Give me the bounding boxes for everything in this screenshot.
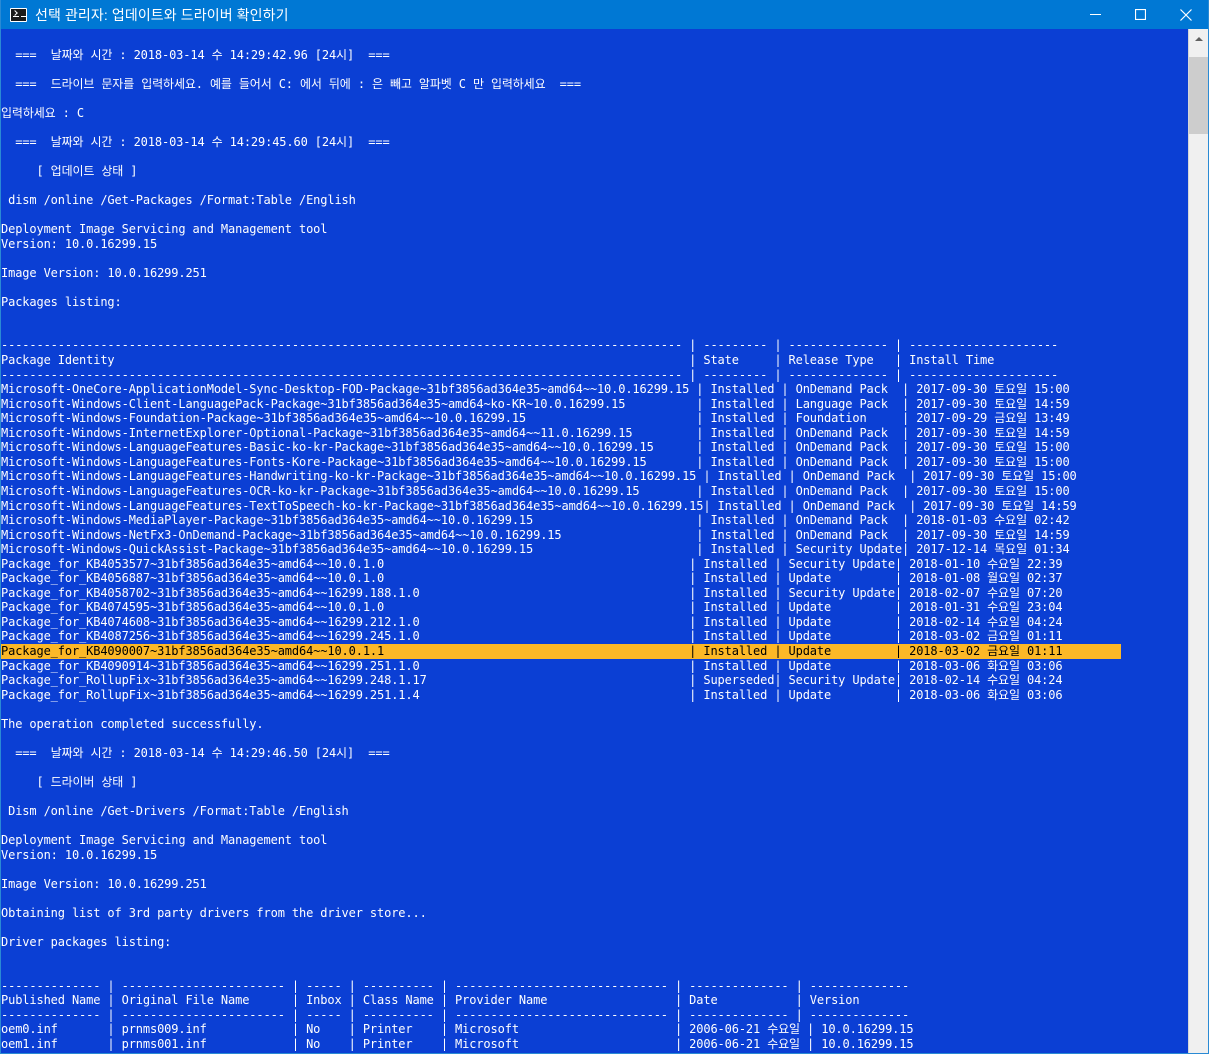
console-line: Microsoft-Windows-LanguageFeatures-Handw… (1, 469, 1077, 484)
console-line: oem1.inf | prnms001.inf | No | Printer |… (1, 1036, 914, 1051)
console-line: Package_for_KB4058702~31bf3856ad364e35~a… (1, 585, 1063, 600)
console-line: Microsoft-Windows-LanguageFeatures-Fonts… (1, 454, 1070, 469)
console-line: === 날짜와 시간 : 2018-03-14 수 14:29:46.50 [2… (1, 745, 390, 760)
console-line: Package_for_KB4074595~31bf3856ad364e35~a… (1, 600, 1063, 615)
window-title: 선택 관리자: 업데이트와 드라이버 확인하기 (35, 6, 289, 23)
vertical-scrollbar[interactable] (1188, 29, 1208, 1053)
console-line: Package_for_KB4090914~31bf3856ad364e35~a… (1, 658, 1063, 673)
console-line: -------------- | -----------------------… (1, 1007, 910, 1022)
scrollbar-track[interactable] (1189, 49, 1208, 1053)
console-line: Package_for_RollupFix~31bf3856ad364e35~a… (1, 673, 1063, 688)
console-line: Microsoft-Windows-NetFx3-OnDemand-Packag… (1, 527, 1070, 542)
console-line: Package_for_KB4056887~31bf3856ad364e35~a… (1, 571, 1063, 586)
window-controls (1073, 0, 1208, 29)
console-line: ----------------------------------------… (1, 338, 1059, 353)
console-line: dism /online /Get-Packages /Format:Table… (1, 193, 356, 208)
console-line: Package Identity | State | Release Type … (1, 353, 995, 368)
console-line: Version: 10.0.16299.15 (1, 847, 158, 862)
title-bar[interactable]: 선택 관리자: 업데이트와 드라이버 확인하기 (1, 0, 1208, 29)
console-line: Package_for_KB4074608~31bf3856ad364e35~a… (1, 614, 1063, 629)
console-line: Published Name | Original File Name | In… (1, 993, 860, 1008)
console-line: Dism /online /Get-Drivers /Format:Table … (1, 803, 349, 818)
console-line: Version: 10.0.16299.15 (1, 236, 158, 251)
scrollbar-thumb[interactable] (1189, 57, 1208, 134)
console-line: Package_for_KB4090007~31bf3856ad364e35~a… (1, 643, 1121, 659)
console-line: === 날짜와 시간 : 2018-03-14 수 14:29:42.96 [2… (1, 47, 390, 62)
console-line: Package_for_RollupFix~31bf3856ad364e35~a… (1, 687, 1063, 702)
console-line: [ 업데이트 상태 ] (1, 163, 138, 178)
console-line: [ 드라이버 상태 ] (1, 774, 138, 789)
console-line: Microsoft-Windows-InternetExplorer-Optio… (1, 425, 1070, 440)
console-line: Microsoft-Windows-QuickAssist-Package~31… (1, 542, 1070, 557)
console-line: Package_for_KB4087256~31bf3856ad364e35~a… (1, 629, 1063, 644)
scroll-up-arrow-icon[interactable] (1189, 29, 1208, 49)
console-line: Obtaining list of 3rd party drivers from… (1, 905, 427, 920)
console-line: Driver packages listing: (1, 934, 172, 949)
console-line: Deployment Image Servicing and Managemen… (1, 833, 328, 848)
console-icon (10, 7, 27, 22)
console-line: Microsoft-OneCore-ApplicationModel-Sync-… (1, 382, 1070, 397)
console-line: Packages listing: (1, 294, 122, 309)
console-line: === 날짜와 시간 : 2018-03-14 수 14:29:45.60 [2… (1, 134, 390, 149)
console-line: === 드라이브 문자를 입력하세요. 예를 들어서 C: 에서 뒤에 : 은 … (1, 76, 581, 91)
console-line: Microsoft-Windows-MediaPlayer-Package~31… (1, 513, 1070, 528)
console-line: Package_for_KB4053577~31bf3856ad364e35~a… (1, 556, 1063, 571)
console-line: Microsoft-Windows-Client-LanguagePack-Pa… (1, 396, 1070, 411)
console-line: The operation completed successfully. (1, 716, 264, 731)
console-line: Deployment Image Servicing and Managemen… (1, 222, 328, 237)
console-line: Microsoft-Windows-Foundation-Package~31b… (1, 411, 1070, 426)
console-line: Microsoft-Windows-LanguageFeatures-TextT… (1, 498, 1077, 513)
console-line: oem0.inf | prnms009.inf | No | Printer |… (1, 1022, 914, 1037)
console-line: Microsoft-Windows-LanguageFeatures-Basic… (1, 440, 1070, 455)
console-window: 선택 관리자: 업데이트와 드라이버 확인하기 === 날짜와 시간 : 201… (0, 0, 1209, 1054)
console-line: 입력하세요 : C (1, 105, 84, 120)
console-line: ----------------------------------------… (1, 367, 1059, 382)
console-text: === 날짜와 시간 : 2018-03-14 수 14:29:42.96 [2… (1, 29, 1121, 1051)
console-output-area[interactable]: === 날짜와 시간 : 2018-03-14 수 14:29:42.96 [2… (1, 29, 1190, 1053)
close-button[interactable] (1163, 0, 1208, 29)
console-line: -------------- | -----------------------… (1, 978, 910, 993)
console-line: Image Version: 10.0.16299.251 (1, 265, 207, 280)
console-line: Image Version: 10.0.16299.251 (1, 876, 207, 891)
minimize-button[interactable] (1073, 0, 1118, 29)
console-line: Microsoft-Windows-LanguageFeatures-OCR-k… (1, 483, 1070, 498)
selected-table-row[interactable]: Package_for_KB4090007~31bf3856ad364e35~a… (1, 643, 1121, 659)
maximize-button[interactable] (1118, 0, 1163, 29)
